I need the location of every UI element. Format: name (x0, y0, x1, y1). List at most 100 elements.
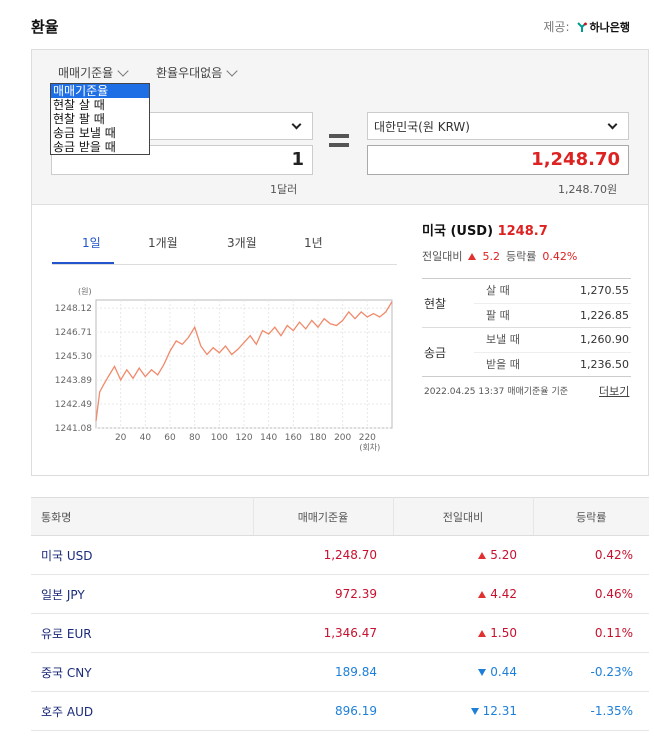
rate-row-value: 1,226.85 (580, 309, 629, 322)
provider-label: 제공: (543, 20, 570, 34)
up-arrow-icon (478, 552, 487, 559)
rate-row-label: 팔 때 (486, 309, 510, 322)
to-currency-select[interactable]: 대한민국(원 KRW) (367, 112, 629, 140)
chevron-down-icon (117, 64, 129, 77)
period-tabs: 1일 1개월 3개월 1년 (52, 235, 397, 265)
dropdown-option[interactable]: 현찰 살 때 (51, 98, 149, 112)
rate-row-value: 1,236.50 (580, 358, 629, 371)
currency-change-cell: 12.31 (393, 691, 533, 731)
currency-change: 1.50 (490, 626, 517, 640)
currency-rate: 1,346.47 (253, 613, 393, 653)
x-tick-label: 140 (260, 433, 277, 443)
summary-country: 미국 (USD) (422, 224, 494, 239)
tab-period[interactable]: 1년 (304, 235, 323, 265)
table-row[interactable]: 일본 JPY 972.39 4.42 0.46% (31, 574, 649, 614)
tab-period[interactable]: 3개월 (227, 235, 257, 265)
rate-chart: 1248.12 1246.71 1245.30 1243.89 1242.49 1241.… (55, 287, 393, 452)
to-amount-note: 1,248.70원 (558, 183, 618, 196)
rate-row-label: 받을 때 (486, 358, 520, 371)
rate-type-dropdown: 매매기준율 현찰 살 때 현찰 팔 때 송금 보낼 때 송금 받을 때 (50, 83, 150, 155)
timestamp: 2022.04.25 13:37 매매기준율 기준 (424, 387, 569, 397)
chevron-down-icon (226, 64, 238, 77)
currency-change-cell: 0.44 (393, 652, 533, 692)
y-tick-label: 1241.08 (55, 424, 92, 434)
currency-rate: 896.19 (253, 691, 393, 731)
x-tick-label: 200 (334, 433, 351, 443)
table-row[interactable]: 중국 CNY 189.84 0.44 -0.23% (31, 652, 649, 692)
y-tick-label: 1242.49 (55, 400, 92, 410)
column-header: 통화명 (31, 497, 253, 536)
tab-period[interactable]: 1개월 (148, 235, 178, 265)
change-label: 전일대비 (422, 250, 463, 263)
y-tick-label: 1248.12 (55, 304, 92, 314)
rate-row: 보낼 때 1,260.90 (474, 328, 631, 352)
currency-change-cell: 1.50 (393, 613, 533, 653)
currency-table: 통화명 매매기준율 전일대비 등락률 미국 USD 1,248.70 5.20 0.42% 일… (31, 497, 649, 731)
column-header: 등락률 (532, 497, 649, 536)
dropdown-option[interactable]: 송금 보낼 때 (51, 126, 149, 140)
tab-period[interactable]: 1일 (82, 235, 101, 265)
more-link[interactable]: 더보기 (599, 383, 629, 399)
preferential-toggle[interactable]: 환율우대없음 (156, 64, 238, 81)
rate-group: 현찰 살 때 1,270.55 팔 때 1,226.85 (422, 279, 631, 328)
currency-pct: -1.35% (533, 691, 649, 731)
table-row[interactable]: 유로 EUR 1,346.47 1.50 0.11% (31, 613, 649, 653)
dropdown-option[interactable]: 현찰 팔 때 (51, 112, 149, 126)
x-tick-label: 20 (115, 433, 127, 443)
dropdown-option[interactable]: 매매기준율 (51, 84, 149, 98)
to-amount-output: 1,248.70 (367, 145, 629, 175)
currency-pct: 0.42% (533, 535, 649, 575)
down-arrow-icon (470, 708, 479, 715)
table-row[interactable]: 미국 USD 1,248.70 5.20 0.42% (31, 535, 649, 575)
table-row[interactable]: 호주 AUD 896.19 12.31 -1.35% (31, 691, 649, 731)
currency-change: 12.31 (482, 704, 517, 718)
pct-value: 0.42% (542, 249, 578, 263)
currency-change-cell: 4.42 (393, 574, 533, 614)
dropdown-option[interactable]: 송금 받을 때 (51, 140, 149, 154)
rate-detail-table: 현찰 살 때 1,270.55 팔 때 1,226.85 송금 보낼 때 1,260.90 받을… (422, 278, 631, 377)
provider-logo: 하나은행 (576, 19, 630, 35)
up-arrow-icon (478, 630, 487, 637)
active-tab-indicator (52, 262, 114, 264)
currency-change: 4.42 (490, 587, 517, 601)
down-arrow-icon (478, 669, 487, 676)
x-unit-label: (회차) (359, 443, 380, 452)
up-arrow-icon (478, 591, 487, 598)
currency-pct: 0.46% (533, 574, 649, 614)
rate-row-label: 살 때 (486, 284, 510, 297)
exchange-panel: 매매기준율 환율우대없음 매매기준율 현찰 살 때 현찰 팔 때 송금 보낼 때 송금 … (31, 49, 649, 476)
rate-group: 송금 보낼 때 1,260.90 받을 때 1,236.50 (422, 328, 631, 376)
chevron-down-icon (607, 119, 618, 130)
x-tick-label: 80 (189, 433, 201, 443)
column-header: 전일대비 (392, 497, 533, 536)
rate-type-toggle[interactable]: 매매기준율 (58, 64, 129, 81)
provider-name: 하나은행 (589, 20, 630, 34)
x-tick-label: 220 (359, 433, 376, 443)
currency-rate: 972.39 (253, 574, 393, 614)
from-amount-note: 1달러 (270, 183, 298, 196)
rate-row-value: 1,260.90 (580, 333, 629, 346)
x-tick-label: 60 (164, 433, 176, 443)
rate-row: 살 때 1,270.55 (474, 279, 631, 303)
y-tick-label: 1243.89 (55, 376, 92, 386)
column-header: 매매기준율 (252, 497, 393, 536)
y-tick-label: 1245.30 (55, 352, 92, 362)
currency-name[interactable]: 유로 EUR (31, 613, 253, 653)
rate-row: 팔 때 1,226.85 (474, 303, 631, 327)
x-tick-label: 40 (140, 433, 152, 443)
currency-rate: 1,248.70 (253, 535, 393, 575)
currency-name[interactable]: 미국 USD (31, 535, 253, 575)
x-tick-label: 160 (285, 433, 302, 443)
currency-pct: -0.23% (533, 652, 649, 692)
hana-bank-icon (576, 21, 587, 32)
page-title: 환율 (31, 18, 59, 36)
currency-pct: 0.11% (533, 613, 649, 653)
rate-row: 받을 때 1,236.50 (474, 352, 631, 376)
currency-name[interactable]: 호주 AUD (31, 691, 253, 731)
currency-name[interactable]: 일본 JPY (31, 574, 253, 614)
x-tick-label: 100 (211, 433, 228, 443)
currency-name[interactable]: 중국 CNY (31, 652, 253, 692)
equals-icon (329, 134, 349, 152)
y-tick-label: 1246.71 (55, 328, 92, 338)
rate-row-label: 보낼 때 (486, 333, 520, 346)
